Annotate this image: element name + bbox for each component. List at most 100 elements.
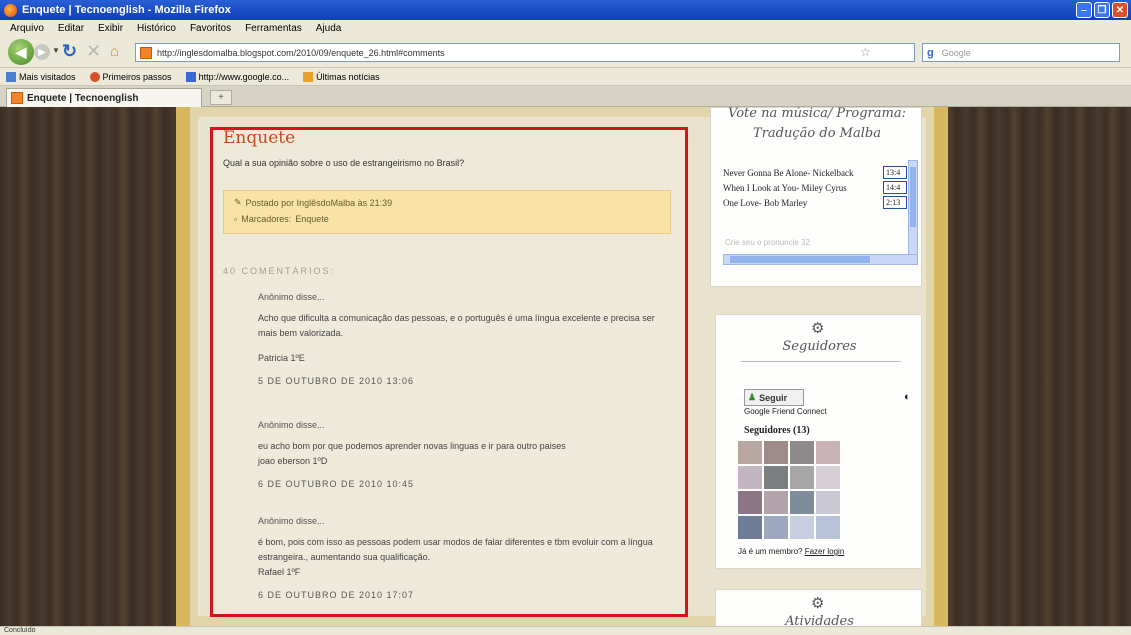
people-icon: ♟ — [748, 392, 757, 402]
playlist-time: 2:13 — [883, 196, 907, 209]
blogger-favicon-icon — [140, 46, 152, 59]
menu-historico[interactable]: Histórico — [137, 23, 176, 34]
followers-heading: Seguidores — [782, 339, 857, 354]
menu-arquivo[interactable]: Arquivo — [10, 23, 44, 34]
label-link-enquete[interactable]: Enquete — [295, 214, 329, 224]
follower-avatar[interactable] — [738, 516, 762, 539]
menu-editar[interactable]: Editar — [58, 23, 84, 34]
back-button[interactable]: ◀ — [8, 39, 34, 65]
follower-avatar[interactable] — [816, 466, 840, 489]
label-icon: ▫ — [234, 214, 238, 224]
follower-avatar[interactable] — [764, 466, 788, 489]
comment-author: Anônimo disse... — [258, 420, 325, 430]
forward-button[interactable]: ▶ — [34, 44, 50, 60]
search-placeholder: Google — [941, 47, 971, 58]
playlist-item[interactable]: When I Look at You- Miley Cyrus 14:4 — [723, 181, 907, 196]
bookmark-star-icon[interactable]: ☆ — [860, 45, 871, 59]
follower-avatar[interactable] — [764, 491, 788, 514]
comment-item: Anônimo disse... Acho que dificulta a co… — [258, 290, 668, 389]
tab-enquete[interactable]: Enquete | Tecnoenglish — [6, 88, 202, 107]
heading-divider — [741, 361, 901, 362]
playlist-meta: Crie seu o pronuncie 32 — [725, 238, 810, 247]
follower-avatar[interactable] — [816, 516, 840, 539]
menu-ferramentas[interactable]: Ferramentas — [245, 23, 302, 34]
blog-post: Enquete Qual a sua opinião sobre o uso d… — [210, 127, 688, 617]
stop-button[interactable]: ✕ — [86, 41, 101, 62]
google-icon — [185, 71, 196, 82]
comment-author: Anônimo disse... — [258, 292, 325, 302]
home-button[interactable]: ⌂ — [110, 43, 119, 60]
playlist-time: 13:4 — [883, 166, 907, 179]
close-button[interactable]: ✕ — [1112, 2, 1128, 18]
tab-bar: Enquete | Tecnoenglish + — [0, 86, 1131, 107]
login-link[interactable]: Fazer login — [805, 547, 845, 556]
follower-avatar[interactable] — [790, 516, 814, 539]
address-bar[interactable]: http://inglesdomalba.blogspot.com/2010/0… — [135, 43, 915, 62]
reload-button[interactable]: ↻ — [62, 41, 77, 62]
minimize-button[interactable]: – — [1076, 2, 1092, 18]
comment-body: é bom, pois com isso as pessoas podem us… — [258, 537, 653, 562]
playlist-item[interactable]: Never Gonna Be Alone- Nickelback 13:4 — [723, 166, 907, 181]
activities-heading: Atividades — [785, 614, 854, 626]
music-widget-heading-top: Vote na música/ Programa: — [728, 107, 906, 121]
maximize-button[interactable]: ❐ — [1094, 2, 1110, 18]
comment-signature: Rafael 1ºF — [258, 567, 301, 577]
playlist: Never Gonna Be Alone- Nickelback 13:4 Wh… — [723, 166, 907, 211]
follower-avatar[interactable] — [738, 441, 762, 464]
follower-avatars — [738, 441, 840, 539]
bookmark-getting-started[interactable]: Primeiros passos — [89, 71, 172, 82]
labels-prefix: Marcadores: — [241, 214, 292, 224]
followers-widget: ⚙ Seguidores ♟ Seguir ◐ Google Friend Co… — [715, 314, 922, 569]
rss-icon — [303, 71, 314, 82]
menu-ajuda[interactable]: Ajuda — [316, 23, 342, 34]
follower-avatar[interactable] — [816, 491, 840, 514]
activities-widget: ⚙ Atividades — [715, 589, 922, 626]
comment-item: Anônimo disse... é bom, pois com isso as… — [258, 514, 668, 603]
follower-avatar[interactable] — [790, 466, 814, 489]
comment-date[interactable]: 5 DE OUTUBRO DE 2010 13:06 — [258, 374, 668, 389]
follower-avatar[interactable] — [738, 466, 762, 489]
comment-author: Anônimo disse... — [258, 516, 325, 526]
search-box[interactable]: g Google — [922, 43, 1120, 62]
post-title[interactable]: Enquete — [223, 130, 295, 148]
follower-avatar[interactable] — [764, 516, 788, 539]
comment-item: Anônimo disse... eu acho bom por que pod… — [258, 418, 668, 492]
status-bar: Concluído — [0, 626, 1131, 635]
scroll-thumb[interactable] — [910, 167, 916, 227]
follower-avatar[interactable] — [764, 441, 788, 464]
music-widget-heading: Tradução do Malba — [753, 126, 881, 141]
history-dropdown-icon[interactable]: ▼ — [52, 46, 60, 55]
page-viewport[interactable]: Enquete Qual a sua opinião sobre o uso d… — [0, 107, 1131, 626]
follow-button[interactable]: ♟ Seguir — [744, 389, 804, 406]
window-controls: – ❐ ✕ — [1076, 2, 1128, 18]
bookmark-google[interactable]: http://www.google.co... — [185, 71, 289, 82]
window-titlebar: Enquete | Tecnoenglish - Mozilla Firefox… — [0, 0, 1131, 20]
playlist-time: 14:4 — [883, 181, 907, 194]
follower-avatar[interactable] — [738, 491, 762, 514]
scroll-thumb[interactable] — [730, 256, 870, 263]
comments-heading: 40 COMENTÁRIOS: — [223, 266, 336, 276]
blogger-favicon-icon — [11, 92, 23, 104]
comment-date[interactable]: 6 DE OUTUBRO DE 2010 17:07 — [258, 588, 668, 603]
bookmark-latest-news[interactable]: Últimas notícias — [303, 71, 380, 82]
comment-date[interactable]: 6 DE OUTUBRO DE 2010 10:45 — [258, 477, 668, 492]
playlist-horizontal-scrollbar[interactable] — [723, 254, 918, 265]
post-footer: ✎ Postado por InglêsdoMalba às 21:39 ▫ M… — [223, 190, 671, 234]
post-author-icon: ✎ — [234, 197, 242, 207]
firefox-icon — [4, 3, 17, 17]
posted-by: Postado por InglêsdoMalba às 21:39 — [245, 197, 393, 208]
follower-avatar[interactable] — [790, 491, 814, 514]
new-tab-button[interactable]: + — [210, 90, 232, 105]
comment-body: eu acho bom por que podemos aprender nov… — [258, 441, 566, 451]
playlist-vertical-scrollbar[interactable] — [908, 160, 918, 260]
playlist-item[interactable]: One Love- Bob Marley 2:13 — [723, 196, 907, 211]
gfc-label: Google Friend Connect — [744, 407, 827, 416]
gear-icon: ⚙ — [811, 595, 825, 612]
bookmark-most-visited[interactable]: Mais visitados — [6, 71, 76, 82]
google-icon[interactable]: g — [927, 47, 934, 59]
menu-exibir[interactable]: Exibir — [98, 23, 123, 34]
menu-favoritos[interactable]: Favoritos — [190, 23, 231, 34]
follower-avatar[interactable] — [816, 441, 840, 464]
follower-avatar[interactable] — [790, 441, 814, 464]
navigation-toolbar: ◀ ▶ ▼ ↻ ✕ ⌂ http://inglesdomalba.blogspo… — [0, 36, 1131, 68]
